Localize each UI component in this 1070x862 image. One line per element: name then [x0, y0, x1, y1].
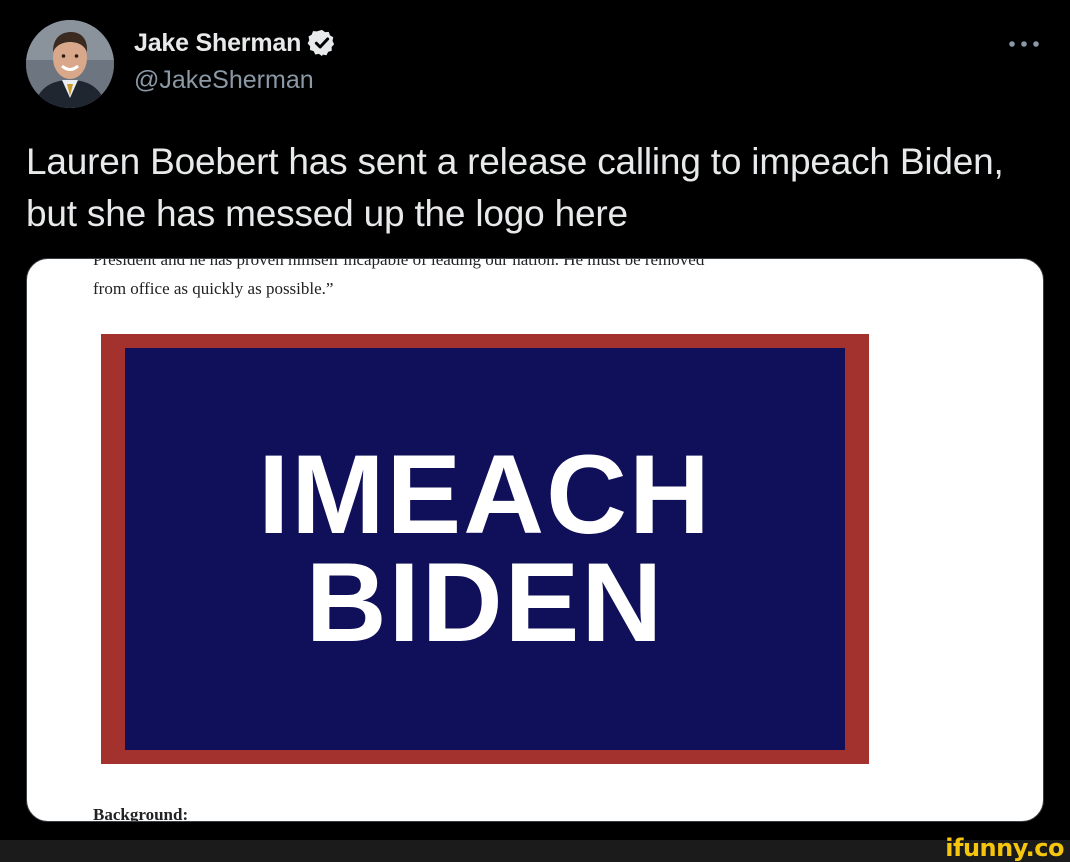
- logo-field: IMEACH BIDEN: [125, 348, 845, 750]
- avatar[interactable]: [26, 20, 114, 108]
- logo-line-1: IMEACH: [258, 432, 712, 557]
- profile-photo-icon: [26, 20, 114, 108]
- impeach-logo: IMEACH BIDEN: [101, 334, 869, 764]
- tweet-text: Lauren Boebert has sent a release callin…: [26, 141, 1004, 234]
- author-handle[interactable]: @JakeSherman: [134, 66, 314, 95]
- tweet: Jake Sherman @JakeSherman Lauren Boebert…: [0, 0, 1070, 840]
- document-text-cut-top: President and he has proven himself inca…: [93, 258, 705, 269]
- logo-line-2: BIDEN: [305, 540, 665, 665]
- author-name-row[interactable]: Jake Sherman: [134, 28, 337, 58]
- watermark-bar: [0, 840, 1070, 862]
- author-display-name[interactable]: Jake Sherman: [134, 29, 301, 58]
- document-heading-cut-bottom: Background:: [93, 805, 189, 822]
- more-options-icon[interactable]: [1004, 36, 1044, 52]
- ifunny-watermark: ifunny.co: [945, 834, 1064, 862]
- tweet-media-image[interactable]: President and he has proven himself inca…: [26, 258, 1044, 822]
- verified-badge-icon: [307, 29, 335, 57]
- document-text-line: from office as quickly as possible.”: [93, 279, 334, 298]
